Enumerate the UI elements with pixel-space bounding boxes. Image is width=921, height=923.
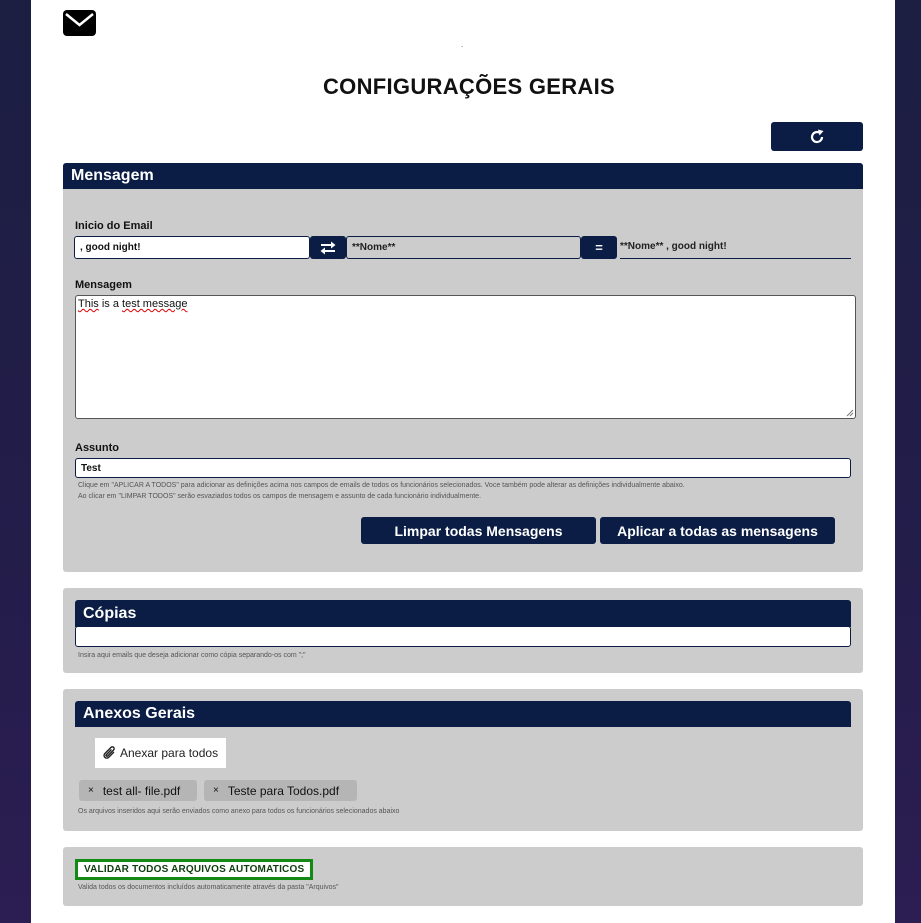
assunto-input[interactable] <box>75 458 851 478</box>
mensagem-textarea[interactable]: This is a test message <box>75 295 856 419</box>
file-name: Teste para Todos.pdf <box>227 783 340 798</box>
apply-all-button[interactable]: Aplicar a todas as mensagens <box>600 517 835 544</box>
paperclip-icon <box>103 746 115 759</box>
refresh-button[interactable] <box>771 122 863 151</box>
file-name: test all- file.pdf <box>102 783 181 798</box>
copias-help: Insira aqui emails que deseja adicionar … <box>78 652 306 659</box>
inicio-email-label: Inicio do Email <box>75 220 153 232</box>
mensagem-help: Clique em "APLICAR A TODOS" para adicion… <box>78 480 848 502</box>
separator-dot: . <box>461 40 464 49</box>
refresh-icon <box>810 129 824 143</box>
attach-all-button[interactable]: Anexar para todos <box>95 738 227 768</box>
assunto-label: Assunto <box>75 442 119 454</box>
file-chip: × Teste para Todos.pdf <box>204 780 357 801</box>
mensagem-header: Mensagem <box>63 163 863 189</box>
anexos-header: Anexos Gerais <box>75 701 851 727</box>
mensagem-label: Mensagem <box>75 279 132 291</box>
validar-section: VALIDAR TODOS ARQUIVOS AUTOMATICOS Valid… <box>63 847 863 906</box>
message-word-1: This <box>78 298 99 310</box>
page-title: CONFIGURAÇÕES GERAIS <box>322 74 616 99</box>
copias-header: Cópias <box>75 600 851 627</box>
file-chip: × test all- file.pdf <box>79 780 197 801</box>
mensagem-section: Mensagem Inicio do Email **Nome** = **No… <box>63 163 863 572</box>
swap-arrows-icon <box>320 241 336 254</box>
anexos-section: Anexos Gerais Anexar para todos × test a… <box>63 689 863 831</box>
nome-field: **Nome** <box>346 236 581 259</box>
resize-handle-icon[interactable] <box>846 409 854 417</box>
equals-button[interactable]: = <box>581 236 617 259</box>
validar-help: Valida todos os documentos incluídos aut… <box>78 884 339 891</box>
validate-all-button[interactable]: VALIDAR TODOS ARQUIVOS AUTOMATICOS <box>75 859 314 880</box>
remove-file-button[interactable]: × <box>213 785 219 796</box>
copias-section: Cópias Insira aqui emails que deseja adi… <box>63 588 863 673</box>
clear-all-button[interactable]: Limpar todas Mensagens <box>361 517 596 544</box>
anexos-help: Os arquivos inseridos aqui serão enviado… <box>78 808 400 815</box>
inicio-email-input[interactable] <box>74 236 310 259</box>
envelope-icon[interactable] <box>63 10 96 36</box>
page-container: . CONFIGURAÇÕES GERAIS Mensagem Inicio d… <box>31 0 895 923</box>
greeting-preview: **Nome** , good night! <box>620 241 851 259</box>
message-word-2: is a <box>98 298 123 310</box>
help-line-1: Clique em "APLICAR A TODOS" para adicion… <box>78 482 685 489</box>
swap-button[interactable] <box>310 236 346 259</box>
attach-all-label: Anexar para todos <box>120 746 219 760</box>
copias-input[interactable] <box>75 626 851 647</box>
message-word-3: test message <box>122 298 188 310</box>
remove-file-button[interactable]: × <box>88 785 94 796</box>
help-line-2: Ao clicar em "LIMPAR TODOS" serão esvazi… <box>78 493 482 500</box>
